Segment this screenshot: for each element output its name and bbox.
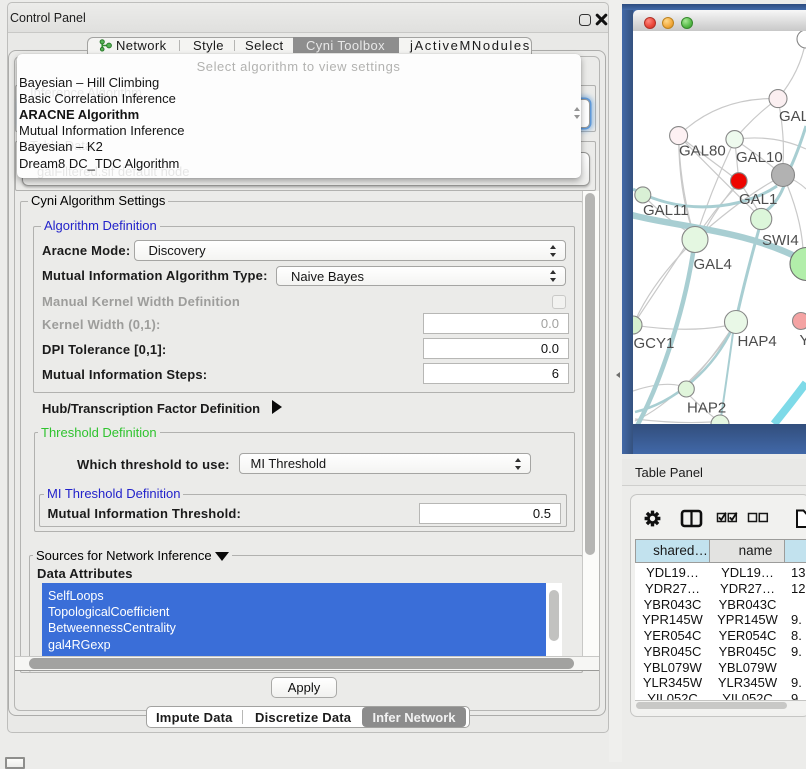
svg-text:GAL1: GAL1: [739, 191, 777, 208]
svg-text:Y: Y: [800, 332, 806, 349]
svg-text:HAP4: HAP4: [738, 333, 777, 350]
svg-text:GAL4: GAL4: [694, 256, 732, 273]
svg-text:SWI4: SWI4: [762, 232, 799, 249]
svg-text:HAP2: HAP2: [687, 400, 726, 417]
svg-text:GAL80: GAL80: [679, 143, 726, 160]
svg-text:GCY1: GCY1: [634, 335, 675, 352]
svg-text:GAL11: GAL11: [643, 202, 689, 219]
svg-text:GAL7: GAL7: [779, 108, 806, 125]
svg-text:GAL10: GAL10: [736, 149, 783, 166]
